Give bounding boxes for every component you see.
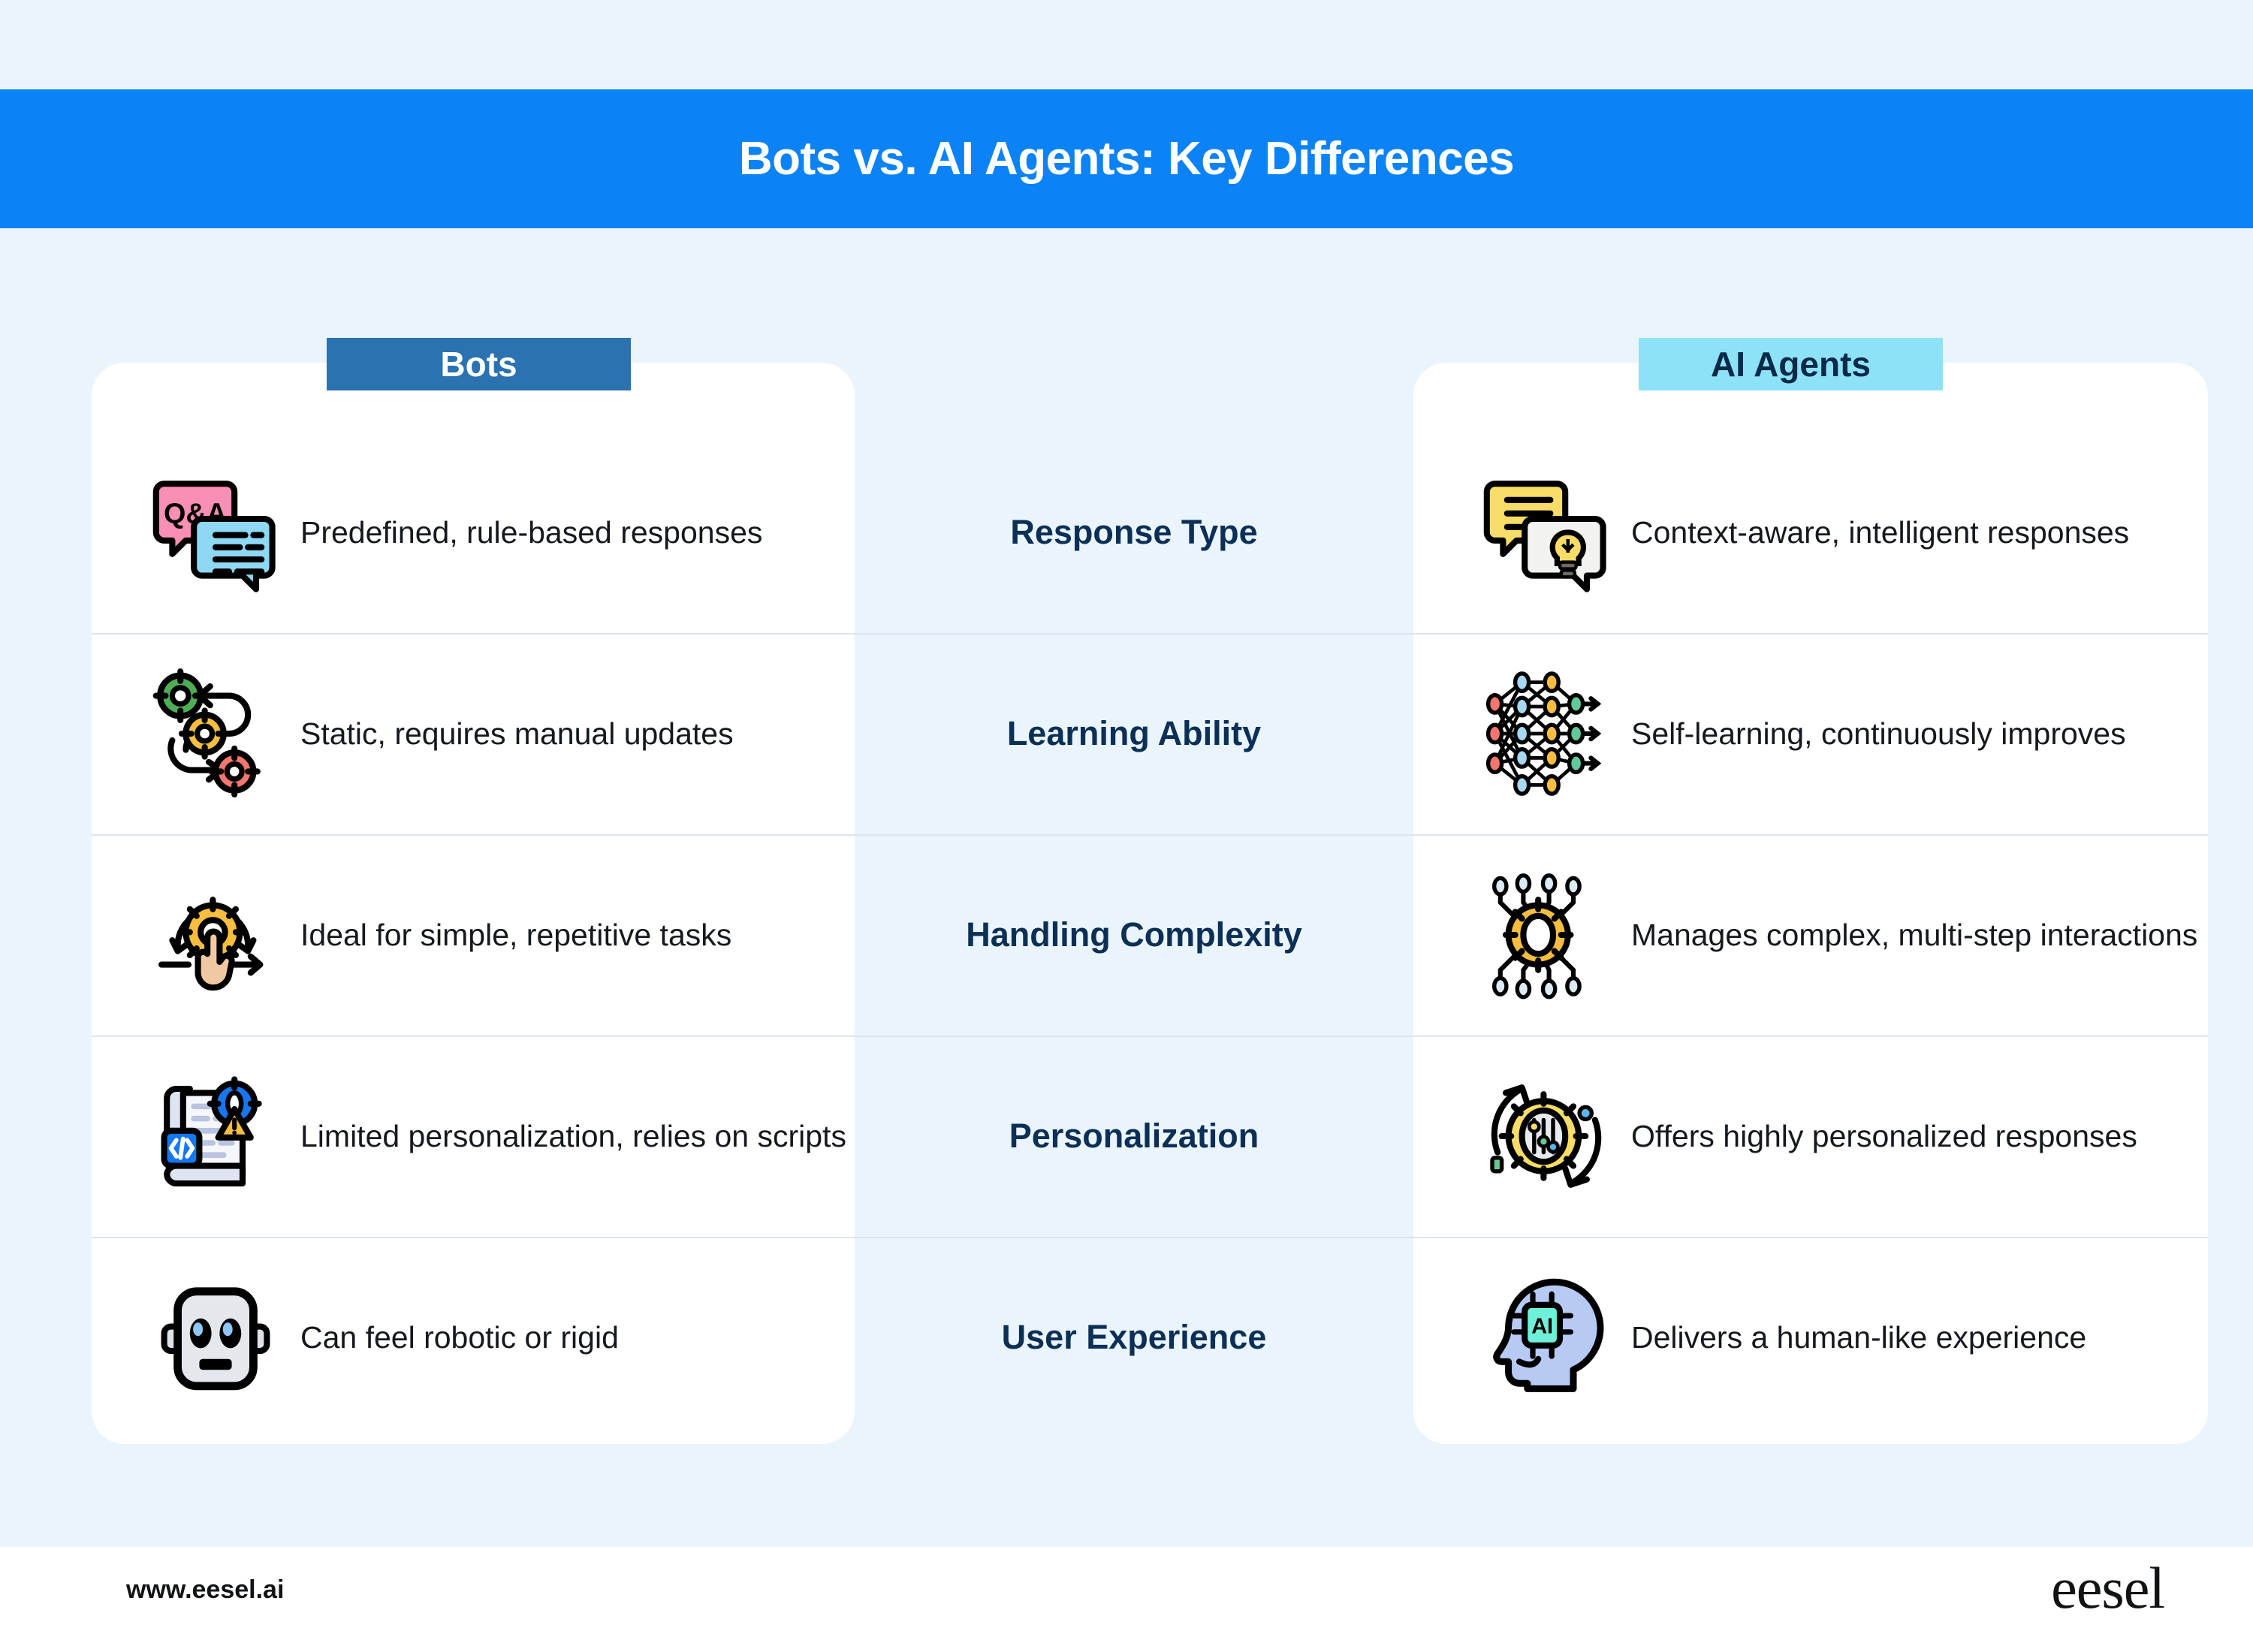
gear-hand-click-icon <box>144 864 287 1006</box>
lightbulb-speech-bubbles-icon <box>1475 461 1618 604</box>
gear-circuit-nodes-icon <box>1475 864 1618 1006</box>
attribute-label: Personalization <box>1009 1117 1259 1155</box>
page-title: Bots vs. AI Agents: Key Differences <box>738 133 1515 185</box>
infographic-root: Bots vs. AI Agents: Key Differences Bots… <box>0 0 2253 1652</box>
footer-bar <box>0 1547 2253 1652</box>
bot-cell: Can feel robotic or rigid <box>92 1237 855 1438</box>
attribute-cell: Handling Complexity <box>855 834 1413 1036</box>
bot-cell-text: Can feel robotic or rigid <box>300 1319 619 1355</box>
robot-head-icon <box>144 1266 287 1409</box>
bot-cell-text: Static, requires manual updates <box>300 716 734 751</box>
bot-cell: Q&A Predefined, rule-based responses <box>92 432 855 633</box>
gear-sliders-refresh-icon <box>1475 1065 1618 1207</box>
bots-badge-label: Bots <box>440 345 517 384</box>
table-row: Q&A Predefined, rule-based responses Res… <box>92 363 2208 633</box>
row-divider-1 <box>92 633 2208 635</box>
agent-cell-text: Context-aware, intelligent responses <box>1631 514 2130 550</box>
agent-cell-text: Self-learning, continuously improves <box>1631 716 2126 751</box>
attribute-cell: User Experience <box>855 1237 1413 1438</box>
ai-agents-column-badge: AI Agents <box>1639 338 1943 390</box>
attribute-label: Handling Complexity <box>966 915 1302 954</box>
attribute-cell: Learning Ability <box>855 633 1413 834</box>
table-row: Limited personalization, relies on scrip… <box>92 1036 2208 1237</box>
gears-loop-arrows-icon <box>144 662 287 805</box>
table-row: Static, requires manual updates Learning… <box>92 633 2208 834</box>
bot-cell: Limited personalization, relies on scrip… <box>92 1036 855 1237</box>
agent-cell-text: Manages complex, multi-step interactions <box>1631 917 2198 952</box>
eesel-logo: eesel <box>2051 1555 2165 1620</box>
agent-cell: Manages complex, multi-step interactions <box>1413 834 2208 1036</box>
header-bar: Bots vs. AI Agents: Key Differences <box>0 89 2253 228</box>
table-row: Can feel robotic or rigid User Experienc… <box>92 1237 2208 1444</box>
bot-cell: Ideal for simple, repetitive tasks <box>92 834 855 1036</box>
agent-cell: Offers highly personalized responses <box>1413 1036 2208 1237</box>
agent-cell: Context-aware, intelligent responses <box>1413 432 2208 633</box>
attribute-cell: Response Type <box>855 432 1413 633</box>
agent-cell-text: Delivers a human-like experience <box>1631 1319 2087 1355</box>
row-divider-2 <box>92 834 2208 836</box>
qa-speech-bubbles-icon: Q&A <box>144 461 287 604</box>
bot-cell-text: Limited personalization, relies on scrip… <box>300 1118 846 1153</box>
footer-website-url[interactable]: www.eesel.ai <box>126 1575 284 1605</box>
svg-text:AI: AI <box>1531 1315 1553 1339</box>
bot-cell: Static, requires manual updates <box>92 633 855 834</box>
row-divider-3 <box>92 1036 2208 1037</box>
ai-agents-badge-label: AI Agents <box>1711 345 1871 384</box>
attribute-cell: Personalization <box>855 1036 1413 1237</box>
attribute-label: Learning Ability <box>1006 714 1262 752</box>
comparison-table: Q&A Predefined, rule-based responses Res… <box>92 363 2208 1444</box>
bots-column-badge: Bots <box>327 338 631 390</box>
script-code-warning-icon <box>144 1065 287 1207</box>
neural-network-icon <box>1475 662 1618 805</box>
bot-cell-text: Predefined, rule-based responses <box>300 514 763 550</box>
attribute-label: Response Type <box>1010 513 1258 551</box>
attribute-label: User Experience <box>1001 1318 1267 1356</box>
table-row: Ideal for simple, repetitive tasks Handl… <box>92 834 2208 1036</box>
top-strip <box>0 0 2253 89</box>
agent-cell: AI Delivers a human-like experience <box>1413 1237 2208 1438</box>
bot-cell-text: Ideal for simple, repetitive tasks <box>300 917 732 952</box>
agent-cell: Self-learning, continuously improves <box>1413 633 2208 834</box>
agent-cell-text: Offers highly personalized responses <box>1631 1118 2137 1153</box>
row-divider-4 <box>92 1237 2208 1238</box>
head-ai-chip-icon: AI <box>1475 1266 1618 1409</box>
